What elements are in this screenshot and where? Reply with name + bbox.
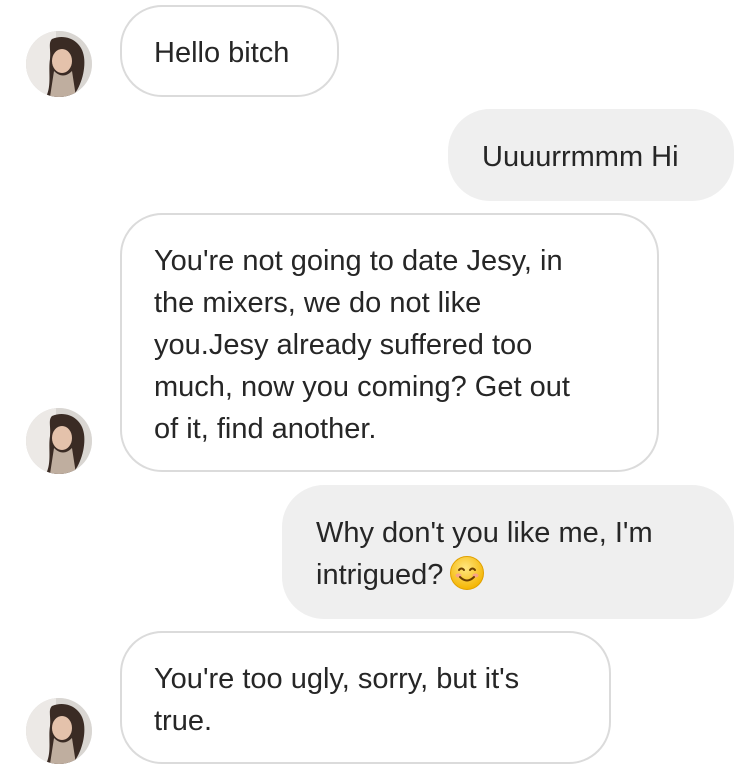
sender-avatar[interactable] — [26, 408, 92, 474]
message-text-line: You're not going to date Jesy, in — [154, 245, 563, 277]
avatar-image — [26, 408, 92, 474]
message-bubble-incoming[interactable]: Hello bitch — [120, 5, 339, 97]
avatar-image — [26, 31, 92, 97]
smiling-face-emoji-icon — [449, 555, 485, 591]
message-bubble-outgoing[interactable]: Uuuurrmmm Hi — [448, 109, 734, 201]
message-text-line-with-emoji: intrigued? — [316, 554, 700, 596]
message-text-line: true. — [154, 705, 213, 737]
message-bubble-incoming[interactable]: You're not going to date Jesy, in the mi… — [120, 213, 659, 472]
message-bubble-incoming[interactable]: You're too ugly, sorry, but it's true. — [120, 631, 611, 764]
message-bubble-outgoing[interactable]: Why don't you like me, I'm intrigued? — [282, 485, 734, 619]
message-text-line: you.Jesy already suffered too — [154, 329, 533, 361]
message-text-line: much, now you coming? Get out — [154, 371, 570, 403]
message-thread: Hello bitch Uuuurrmmm Hi You're not goin… — [0, 0, 750, 764]
avatar-image — [26, 698, 92, 764]
sender-avatar[interactable] — [26, 31, 92, 97]
sender-avatar[interactable] — [26, 698, 92, 764]
message-text-line: You're too ugly, sorry, but it's — [154, 663, 520, 695]
message-text-line: intrigued? — [316, 559, 444, 591]
message-text: Uuuurrmmm Hi — [482, 141, 679, 173]
message-text-line: Why don't you like me, I'm — [316, 517, 653, 549]
message-text-line: of it, find another. — [154, 413, 377, 445]
message-text-line: the mixers, we do not like — [154, 287, 482, 319]
message-text: Hello bitch — [154, 37, 290, 69]
